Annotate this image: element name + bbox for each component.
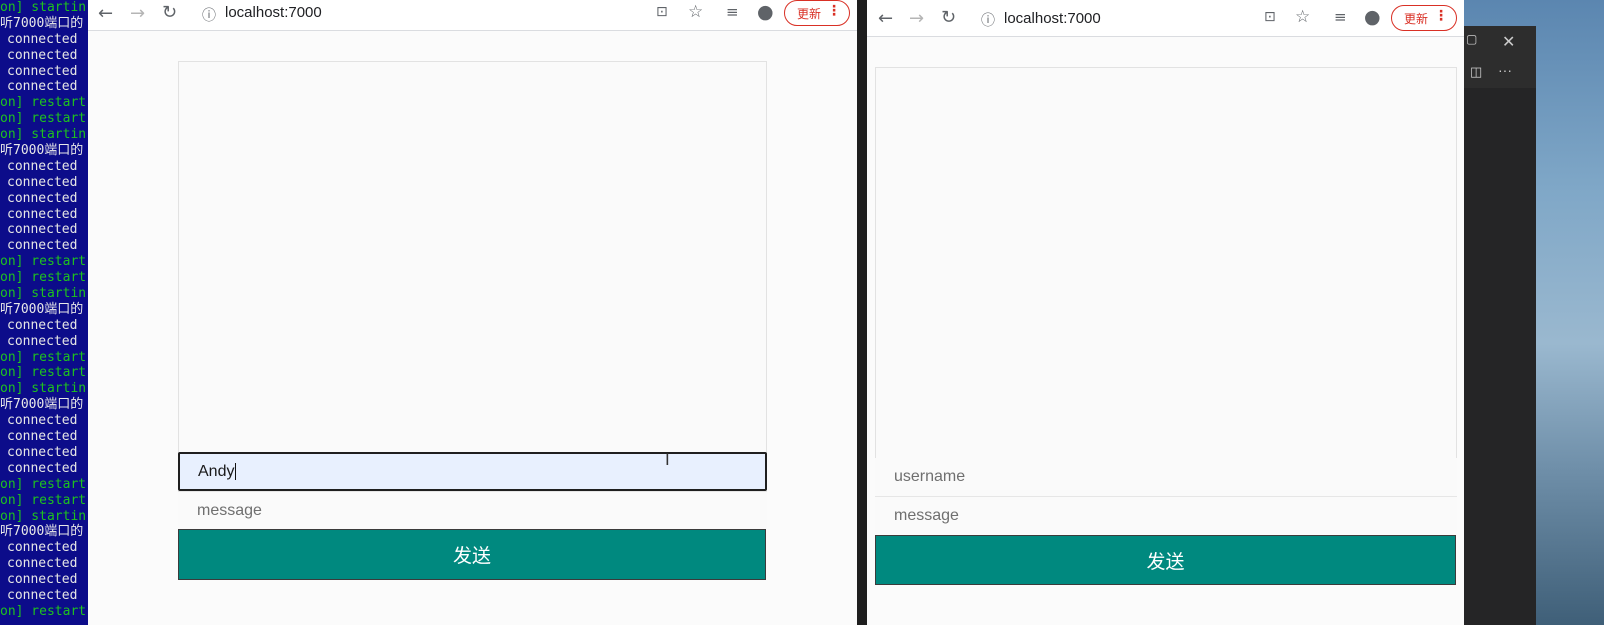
terminal-line: on] restart bbox=[0, 95, 87, 111]
star-icon[interactable]: ☆ bbox=[688, 2, 703, 22]
message-list bbox=[875, 67, 1457, 458]
update-button[interactable]: 更新 ⋮ bbox=[784, 0, 850, 26]
split-editor-icon[interactable]: ◫ bbox=[1470, 64, 1482, 80]
terminal-line: on] restart bbox=[0, 476, 87, 492]
update-label: 更新 bbox=[797, 6, 822, 21]
left-browser-window: ← → ↻ ⓘ localhost:7000 ⊡ ☆ ≡ ● 更新 ⋮ Andy… bbox=[88, 0, 857, 625]
send-label: 发送 bbox=[1146, 550, 1185, 573]
terminal-line: on] restart bbox=[0, 111, 87, 127]
terminal-line: connected bbox=[7, 317, 78, 333]
terminal-line: connected bbox=[7, 333, 78, 349]
terminal-line: connected bbox=[7, 238, 78, 254]
media-queue-icon[interactable]: ≡ bbox=[1334, 8, 1347, 26]
username-placeholder: username bbox=[894, 468, 966, 485]
reload-icon[interactable]: ↻ bbox=[162, 2, 177, 23]
terminal-line: connected bbox=[7, 222, 78, 238]
message-placeholder: message bbox=[197, 501, 262, 519]
info-icon[interactable]: ⓘ bbox=[202, 5, 216, 25]
terminal-line: on] startin bbox=[0, 508, 87, 524]
send-label: 发送 bbox=[452, 545, 491, 567]
update-button[interactable]: 更新 ⋮ bbox=[1391, 5, 1457, 31]
terminal-line: on] startin bbox=[0, 127, 87, 143]
terminal-line: connected bbox=[7, 556, 78, 572]
back-icon[interactable]: ← bbox=[878, 8, 893, 29]
terminal-line: connected bbox=[7, 174, 78, 190]
more-actions-icon[interactable]: ··· bbox=[1498, 62, 1512, 78]
message-input[interactable]: message bbox=[875, 496, 1457, 534]
terminal-line: on] restart bbox=[0, 270, 87, 286]
star-icon[interactable]: ☆ bbox=[1295, 7, 1310, 27]
send-button[interactable]: 发送 bbox=[178, 529, 766, 580]
text-caret bbox=[235, 463, 237, 480]
forward-icon[interactable]: → bbox=[130, 3, 145, 24]
username-input[interactable]: username bbox=[875, 458, 1457, 496]
browser-toolbar: ← → ↻ ⓘ localhost:7000 ⊡ ☆ ≡ ● 更新 ⋮ bbox=[867, 0, 1464, 37]
update-label: 更新 bbox=[1404, 11, 1429, 26]
address-bar[interactable]: localhost:7000 bbox=[1004, 10, 1101, 27]
right-browser-window: ← → ↻ ⓘ localhost:7000 ⊡ ☆ ≡ ● 更新 ⋮ user… bbox=[867, 0, 1464, 625]
reload-icon[interactable]: ↻ bbox=[941, 7, 956, 28]
terminal-line: connected bbox=[7, 572, 78, 588]
menu-dots-icon[interactable]: ⋮ bbox=[827, 3, 841, 19]
menu-dots-icon[interactable]: ⋮ bbox=[1434, 8, 1448, 24]
editor-titlebar: ✕ ▢ ◫ ··· bbox=[1464, 26, 1536, 88]
terminal-line: on] restart bbox=[0, 365, 87, 381]
terminal-line: on] restart bbox=[0, 349, 87, 365]
terminal-line: connected bbox=[7, 429, 78, 445]
terminal-line: connected bbox=[7, 47, 78, 63]
terminal-line: on] restart bbox=[0, 254, 87, 270]
terminal-line: connected bbox=[7, 63, 78, 79]
terminal-line: connected bbox=[7, 31, 78, 47]
translate-icon[interactable]: ⊡ bbox=[1264, 9, 1276, 25]
terminal-line: connected bbox=[7, 79, 78, 95]
terminal-line: connected bbox=[7, 540, 78, 556]
terminal-line: 听7000端口的 bbox=[0, 397, 84, 413]
browser-toolbar: ← → ↻ ⓘ localhost:7000 ⊡ ☆ ≡ ● 更新 ⋮ bbox=[88, 0, 857, 31]
close-icon[interactable]: ✕ bbox=[1502, 32, 1515, 52]
text-cursor-icon: I bbox=[665, 450, 670, 469]
info-icon[interactable]: ⓘ bbox=[981, 10, 995, 30]
terminal-line: connected bbox=[7, 444, 78, 460]
restore-icon[interactable]: ▢ bbox=[1466, 32, 1477, 46]
profile-icon[interactable]: ● bbox=[1364, 6, 1381, 28]
forward-icon[interactable]: → bbox=[909, 8, 924, 29]
terminal-line: on] restart bbox=[0, 492, 87, 508]
terminal-line: 听7000端口的 bbox=[0, 15, 84, 31]
terminal-line: 听7000端口的 bbox=[0, 524, 84, 540]
terminal-line: on] startin bbox=[0, 0, 87, 15]
translate-icon[interactable]: ⊡ bbox=[656, 4, 668, 20]
terminal-line: on] restart bbox=[0, 603, 87, 619]
message-list bbox=[178, 61, 767, 453]
username-input[interactable]: Andy bbox=[178, 452, 767, 491]
terminal-line: 听7000端口的 bbox=[0, 143, 84, 159]
terminal-line: on] startin bbox=[0, 381, 87, 397]
media-queue-icon[interactable]: ≡ bbox=[726, 3, 739, 21]
terminal-line: on] startin bbox=[0, 286, 87, 302]
profile-icon[interactable]: ● bbox=[757, 1, 774, 23]
terminal-line: connected bbox=[7, 413, 78, 429]
terminal-line: connected bbox=[7, 587, 78, 603]
terminal-line: connected bbox=[7, 158, 78, 174]
username-value: Andy bbox=[198, 462, 235, 480]
terminal-line: connected bbox=[7, 190, 78, 206]
message-placeholder: message bbox=[894, 506, 959, 524]
send-button[interactable]: 发送 bbox=[875, 535, 1456, 585]
terminal-line: connected bbox=[7, 460, 78, 476]
editor-strip bbox=[857, 0, 867, 625]
terminal-line: connected bbox=[7, 206, 78, 222]
editor-window bbox=[1464, 26, 1536, 625]
terminal-line: 听7000端口的 bbox=[0, 301, 84, 317]
address-bar[interactable]: localhost:7000 bbox=[225, 4, 322, 21]
back-icon[interactable]: ← bbox=[98, 3, 113, 24]
terminal-panel: on] startin 听7000端口的 connected connected con… bbox=[0, 0, 88, 625]
message-input[interactable]: message bbox=[178, 491, 767, 529]
